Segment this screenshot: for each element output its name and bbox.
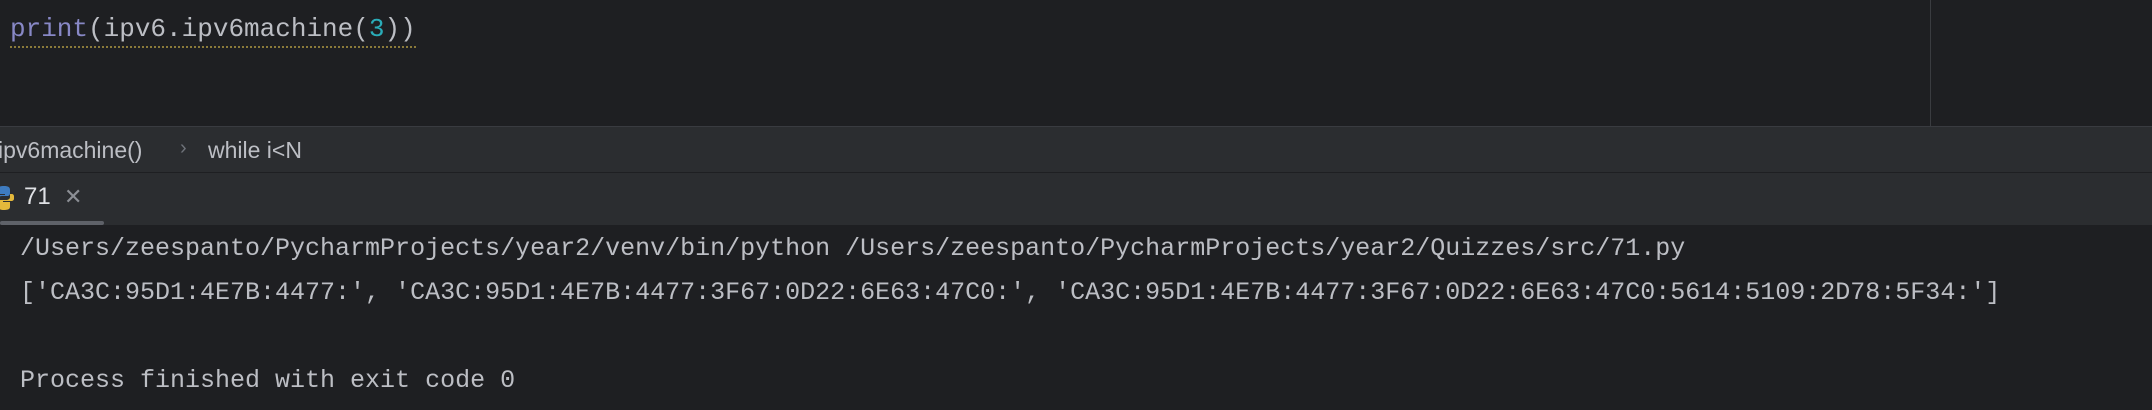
python-icon [0, 186, 14, 210]
breadcrumb-item-function[interactable]: ipv6machine() [0, 137, 142, 164]
chevron-right-icon: › [180, 137, 187, 159]
code-token-arg: 3 [368, 14, 385, 44]
breadcrumb-item-loop[interactable]: while i<N [208, 137, 302, 164]
code-line[interactable]: print(ipv6.ipv6machine(3)) [10, 12, 416, 48]
code-token-paren: ( [88, 14, 104, 44]
code-editor[interactable]: print(ipv6.ipv6machine(3)) [0, 0, 2152, 126]
console-line-output: ['CA3C:95D1:4E7B:4477:', 'CA3C:95D1:4E7B… [20, 278, 2001, 307]
console-output[interactable]: /Users/zeespanto/PycharmProjects/year2/v… [0, 225, 2152, 410]
breadcrumb: ipv6machine() › while i<N [0, 126, 2152, 173]
run-tabs-bar: 71 ✕ [0, 172, 2152, 226]
tab-run-71[interactable]: 71 ✕ [0, 173, 104, 225]
close-icon[interactable]: ✕ [64, 185, 82, 210]
tab-label: 71 [24, 183, 51, 210]
console-line-command: /Users/zeespanto/PycharmProjects/year2/v… [20, 234, 1686, 263]
code-token-close: )) [384, 14, 416, 44]
right-margin-guide [1930, 0, 1931, 126]
code-token-print: print [10, 14, 89, 44]
console-line-exit: Process finished with exit code 0 [20, 366, 516, 395]
code-token-call: ipv6.ipv6machine [103, 14, 354, 44]
code-token-paren2: ( [353, 14, 369, 44]
